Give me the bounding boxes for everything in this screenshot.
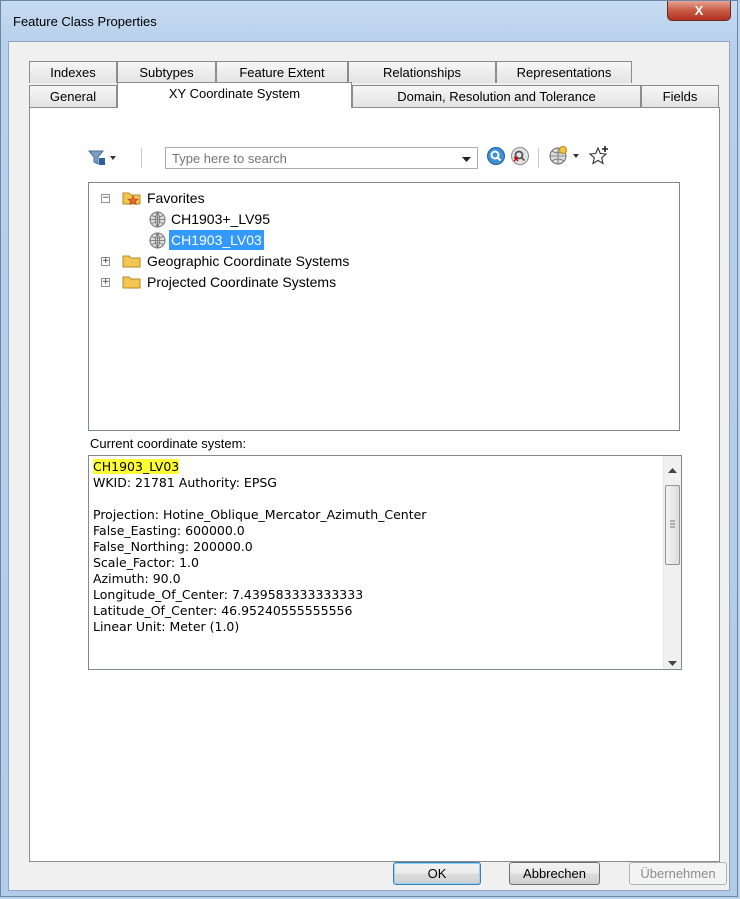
scrollbar-thumb[interactable] <box>665 485 680 565</box>
detail-line: WKID: 21781 Authority: EPSG <box>93 475 277 490</box>
tree-label-favorites: Favorites <box>147 190 205 206</box>
tab-row-front: General XY Coordinate System Domain, Res… <box>29 82 719 108</box>
add-coordinate-system-icon[interactable] <box>549 146 583 169</box>
coordinate-system-tree[interactable]: − Favorites CH1903+_LV95 CH1903_LV03 + G… <box>88 182 680 431</box>
filter-icon[interactable] <box>87 149 118 170</box>
clear-search-icon[interactable] <box>510 146 530 169</box>
detail-line: False_Northing: 200000.0 <box>93 539 253 554</box>
folder-icon <box>122 275 142 295</box>
tree-label-ch1903-lv95: CH1903+_LV95 <box>171 211 270 227</box>
details-scrollbar[interactable] <box>663 456 681 669</box>
coordinate-system-name: CH1903_LV03 <box>93 459 180 474</box>
search-combobox[interactable] <box>165 147 478 169</box>
xy-coordinate-system-panel: − Favorites CH1903+_LV95 CH19 <box>29 107 720 862</box>
scroll-down-icon[interactable] <box>668 656 677 669</box>
tab-general[interactable]: General <box>29 85 117 107</box>
tab-xy-coordinate-system[interactable]: XY Coordinate System <box>117 82 352 108</box>
expand-icon[interactable]: + <box>101 257 110 266</box>
tab-domain-resolution-tolerance[interactable]: Domain, Resolution and Tolerance <box>352 85 641 107</box>
detail-line: Latitude_Of_Center: 46.95240555555556 <box>93 603 353 618</box>
detail-line: Azimuth: 90.0 <box>93 571 181 586</box>
detail-line: Projection: Hotine_Oblique_Mercator_Azim… <box>93 507 427 522</box>
dropdown-arrow-icon[interactable] <box>462 153 471 167</box>
detail-line: Linear Unit: Meter (1.0) <box>93 619 240 634</box>
toolbar-separator <box>141 148 142 168</box>
close-button[interactable]: X <box>667 1 731 21</box>
tab-subtypes[interactable]: Subtypes <box>117 61 216 83</box>
search-toolbar <box>30 143 719 173</box>
tab-feature-extent[interactable]: Feature Extent <box>216 61 348 83</box>
tab-fields[interactable]: Fields <box>641 85 719 107</box>
collapse-icon[interactable]: − <box>101 194 110 203</box>
favorites-folder-icon <box>122 190 142 211</box>
tree-label-ch1903-lv03: CH1903_LV03 <box>169 230 264 250</box>
tab-row-back: Indexes Subtypes Feature Extent Relation… <box>29 61 719 83</box>
tab-representations[interactable]: Representations <box>496 61 632 83</box>
tab-relationships[interactable]: Relationships <box>348 61 496 83</box>
apply-button[interactable]: Übernehmen <box>629 862 727 885</box>
cancel-button[interactable]: Abbrechen <box>509 862 600 885</box>
globe-icon <box>149 211 166 233</box>
tree-label-projected: Projected Coordinate Systems <box>147 274 337 290</box>
window-title: Feature Class Properties <box>13 14 157 29</box>
current-coordinate-system-details[interactable]: CH1903_LV03 WKID: 21781 Authority: EPSG … <box>88 455 682 670</box>
current-coordinate-system-label: Current coordinate system: <box>90 436 247 451</box>
tab-indexes[interactable]: Indexes <box>29 61 117 83</box>
detail-line: Longitude_Of_Center: 7.439583333333333 <box>93 587 364 602</box>
search-icon[interactable] <box>486 146 506 169</box>
detail-line: Scale_Factor: 1.0 <box>93 555 199 570</box>
scroll-up-icon[interactable] <box>668 462 677 476</box>
folder-icon <box>122 254 142 274</box>
detail-line: False_Easting: 600000.0 <box>93 523 245 538</box>
expand-icon[interactable]: + <box>101 278 110 287</box>
dialog-client-area: Indexes Subtypes Feature Extent Relation… <box>8 41 730 891</box>
search-input[interactable] <box>172 150 432 166</box>
toolbar-separator <box>538 148 539 168</box>
detail-line: CH1903_LV03 <box>93 459 180 475</box>
ok-button[interactable]: OK <box>393 862 481 885</box>
feature-class-properties-window: Feature Class Properties X Indexes Subty… <box>0 0 738 897</box>
title-bar: Feature Class Properties X <box>1 1 737 41</box>
tree-label-geographic: Geographic Coordinate Systems <box>147 253 350 269</box>
add-to-favorites-icon[interactable] <box>588 145 610 170</box>
